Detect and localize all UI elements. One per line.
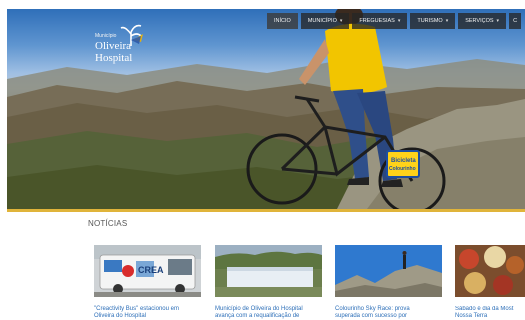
nav-label: C — [513, 18, 518, 24]
nav-label: TURISMO — [417, 18, 443, 24]
news-link-4-line1: Sábado é dia da Most — [455, 306, 514, 312]
news-link-3[interactable]: Colourinho Sky Race: prova superada com … — [335, 306, 455, 320]
site-logo[interactable]: Município Oliveira Hospital — [89, 22, 151, 70]
news-image-waterfall[interactable] — [215, 245, 322, 297]
bike-sign-line1: Bicicleta — [391, 158, 416, 164]
news-link-2-line2: avança com a requalificação de — [215, 313, 300, 319]
chevron-down-icon: ▾ — [397, 18, 401, 24]
news-link-3-line1: Colourinho Sky Race: prova — [335, 306, 410, 312]
chevron-down-icon: ▾ — [339, 18, 343, 24]
nav-item-turismo[interactable]: TURISMO ▾ — [410, 13, 456, 29]
nav-label: SERVIÇOS — [465, 18, 494, 24]
hero-landscape: Bicicleta Colourinho — [7, 9, 525, 209]
hero-banner: Bicicleta Colourinho Município Oliveira … — [7, 9, 525, 209]
news-section-title: NOTÍCIAS — [88, 219, 128, 228]
nav-label: FREGUESIAS — [359, 18, 395, 24]
news-link-1-line1: "Creactivity Bus" estacionou em — [94, 306, 179, 312]
bike-sign-line2: Colourinho — [389, 166, 416, 172]
nav-item-inicio[interactable]: INÍCIO — [267, 13, 298, 29]
bus-print-text: CREA — [138, 265, 164, 275]
accent-divider — [7, 209, 525, 212]
logo-municipio-text: Município — [95, 33, 117, 39]
news-image-food[interactable] — [455, 245, 525, 297]
nav-item-overflow[interactable]: C — [509, 13, 522, 29]
chevron-down-icon: ▾ — [445, 18, 449, 24]
news-link-4-line2: Nossa Terra — [455, 313, 488, 319]
nav-item-municipio[interactable]: MUNICÍPIO ▾ — [300, 13, 350, 29]
news-link-2-line1: Município de Oliveira do Hospital — [215, 306, 303, 312]
news-image-runner[interactable] — [335, 245, 442, 297]
news-link-3-line2: superada com sucesso por — [335, 313, 408, 319]
news-image-bus[interactable]: CREA — [94, 245, 201, 297]
nav-item-freguesias[interactable]: FREGUESIAS ▾ — [352, 13, 408, 29]
main-navigation: INÍCIO MUNICÍPIO ▾ FREGUESIAS ▾ TURISMO … — [267, 13, 522, 29]
chevron-down-icon: ▾ — [496, 18, 500, 24]
nav-item-servicos[interactable]: SERVIÇOS ▾ — [458, 13, 507, 29]
top-strip — [0, 0, 525, 9]
news-link-1-line2: Oliveira do Hospital — [94, 313, 147, 319]
logo-name-line2: Hospital — [95, 52, 133, 64]
news-link-1[interactable]: "Creactivity Bus" estacionou em Oliveira… — [94, 306, 214, 320]
nav-label: MUNICÍPIO — [307, 18, 337, 24]
logo-name-line1: Oliveira — [95, 40, 132, 52]
news-link-2[interactable]: Município de Oliveira do Hospital avança… — [215, 306, 335, 320]
news-link-4[interactable]: Sábado é dia da Most Nossa Terra — [455, 306, 525, 320]
nav-label: INÍCIO — [274, 18, 291, 24]
